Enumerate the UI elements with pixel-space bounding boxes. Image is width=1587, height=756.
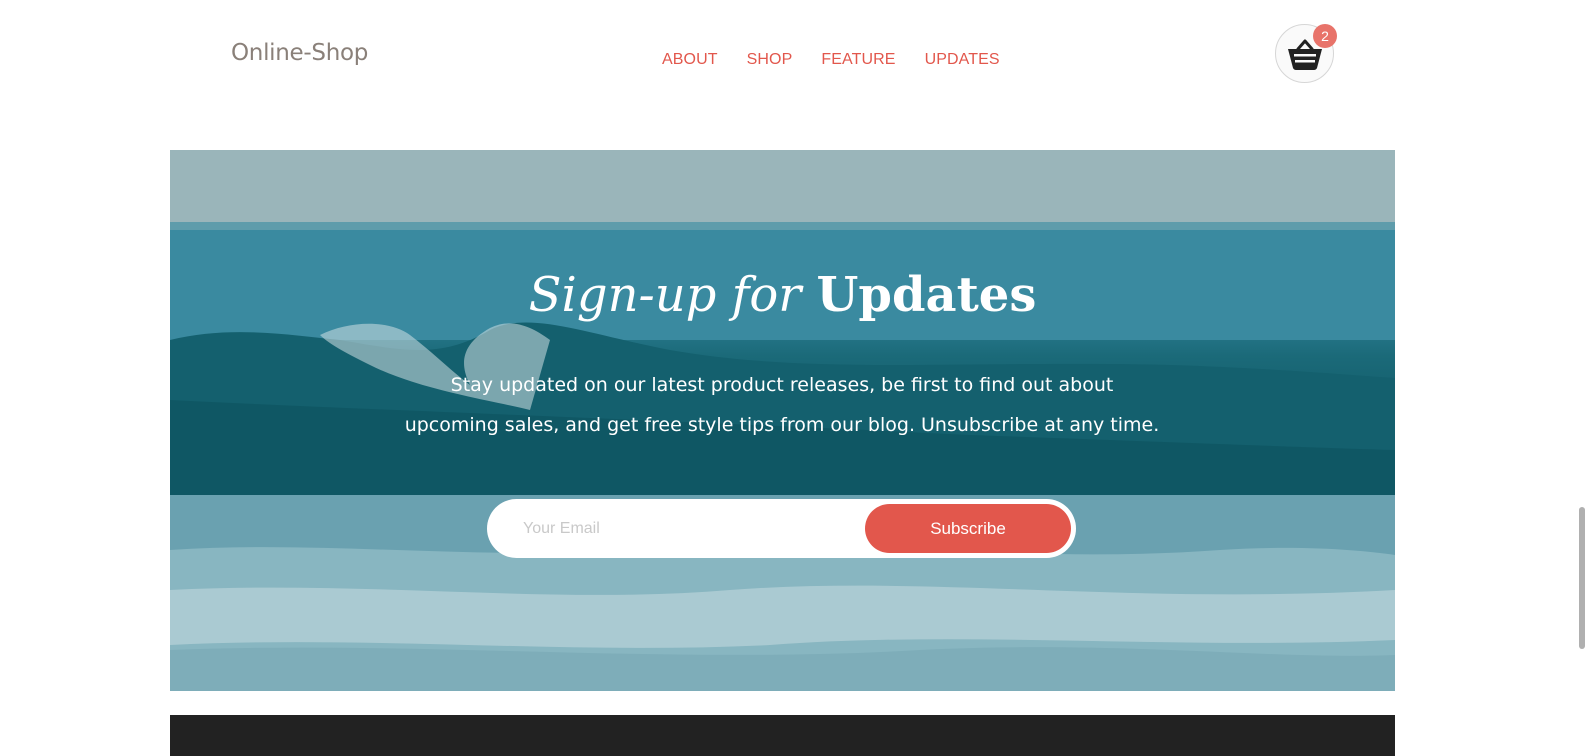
cart-count-badge: 2 — [1313, 24, 1337, 48]
footer — [170, 715, 1395, 756]
signup-hero: Sign-up for Updates Stay updated on our … — [170, 150, 1395, 691]
nav-link-shop[interactable]: SHOP — [747, 51, 793, 69]
signup-title: Sign-up for Updates — [170, 267, 1395, 323]
email-input[interactable] — [507, 507, 847, 550]
signup-description-line1: Stay updated on our latest product relea… — [450, 374, 1114, 396]
subscribe-form: Subscribe — [487, 499, 1076, 558]
signup-title-italic: Sign-up for — [528, 267, 802, 323]
site-header: Online-Shop ABOUT SHOP FEATURE UPDATES 2 — [0, 0, 1587, 120]
signup-description: Stay updated on our latest product relea… — [382, 365, 1182, 445]
site-logo[interactable]: Online-Shop — [231, 40, 368, 66]
main-nav: ABOUT SHOP FEATURE UPDATES — [662, 51, 1029, 69]
nav-link-about[interactable]: ABOUT — [662, 51, 718, 69]
page-scrollbar[interactable] — [1579, 507, 1585, 649]
subscribe-button[interactable]: Subscribe — [865, 504, 1071, 553]
signup-description-line2: upcoming sales, and get free style tips … — [404, 414, 1160, 436]
signup-title-bold: Updates — [816, 267, 1037, 323]
nav-link-updates[interactable]: UPDATES — [925, 51, 1000, 69]
nav-link-feature[interactable]: FEATURE — [821, 51, 895, 69]
